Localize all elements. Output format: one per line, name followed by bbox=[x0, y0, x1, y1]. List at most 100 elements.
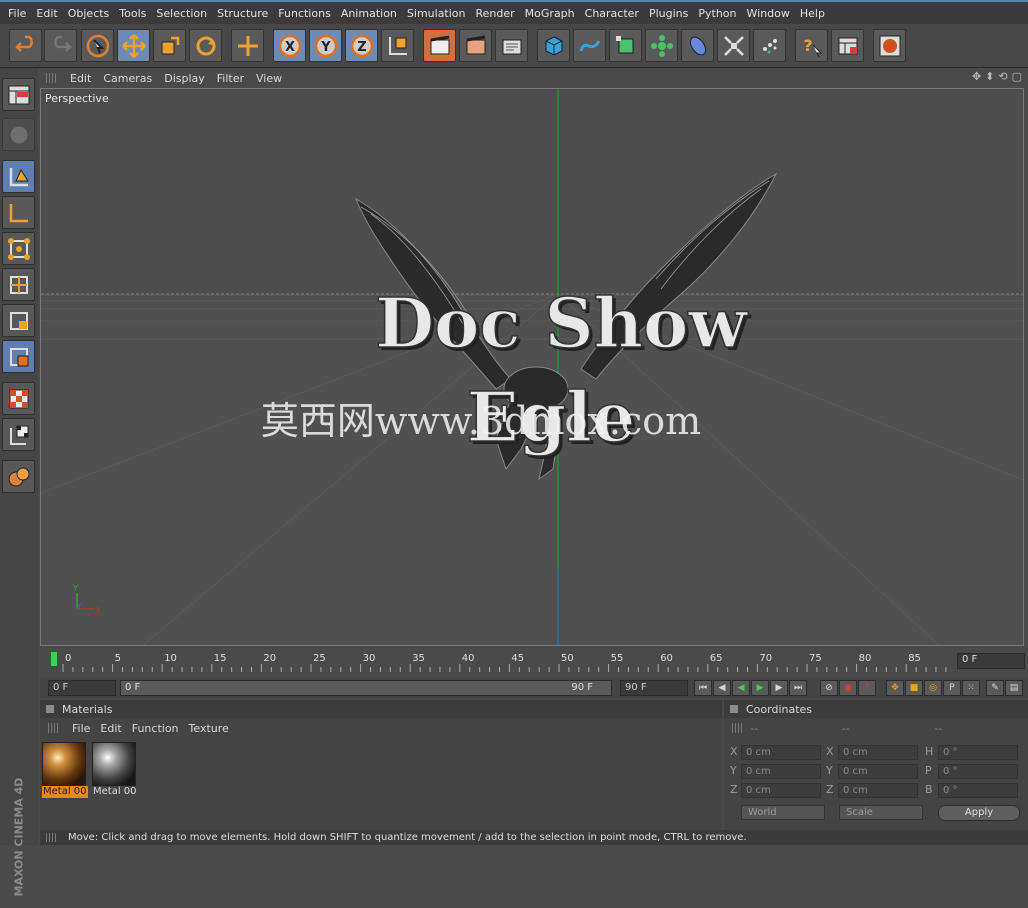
materials-menu-function[interactable]: Function bbox=[128, 722, 185, 735]
goto-start-icon[interactable]: ⏮ bbox=[694, 680, 712, 696]
model-mode-icon[interactable] bbox=[2, 118, 35, 151]
texture-axis-mode-icon[interactable] bbox=[2, 196, 35, 229]
drag-handle[interactable] bbox=[46, 833, 58, 842]
z-axis-lock-icon[interactable]: Z bbox=[345, 29, 378, 62]
checker-icon[interactable] bbox=[2, 382, 35, 415]
menu-plugins[interactable]: Plugins bbox=[644, 7, 693, 20]
menu-mograph[interactable]: MoGraph bbox=[520, 7, 580, 20]
key-rotation-icon[interactable]: ◎ bbox=[924, 680, 942, 696]
next-key-icon[interactable]: ▶ bbox=[770, 680, 788, 696]
y-axis-lock-icon[interactable]: Y bbox=[309, 29, 342, 62]
add-object-icon[interactable] bbox=[231, 29, 264, 62]
nurbs-icon[interactable] bbox=[609, 29, 642, 62]
menu-objects[interactable]: Objects bbox=[63, 7, 115, 20]
environment-icon[interactable] bbox=[753, 29, 786, 62]
end-frame-field[interactable]: 90 F bbox=[620, 680, 688, 696]
web-icon[interactable] bbox=[873, 29, 906, 62]
viewport-menu-edit[interactable]: Edit bbox=[66, 72, 99, 85]
menu-structure[interactable]: Structure bbox=[212, 7, 273, 20]
viewport-menu-display[interactable]: Display bbox=[160, 72, 213, 85]
key-scale-icon[interactable]: ■ bbox=[905, 680, 923, 696]
apply-button[interactable]: Apply bbox=[938, 805, 1020, 821]
cube-primitive-icon[interactable] bbox=[537, 29, 570, 62]
prev-key-icon[interactable]: ◀ bbox=[713, 680, 731, 696]
position-x-field[interactable]: 0 cm bbox=[741, 745, 821, 760]
move-icon[interactable] bbox=[117, 29, 150, 62]
menu-edit[interactable]: Edit bbox=[31, 7, 62, 20]
interpolation-icon[interactable]: ✎ bbox=[986, 680, 1004, 696]
viewport-menu-filter[interactable]: Filter bbox=[213, 72, 252, 85]
goto-end-icon[interactable]: ⏭ bbox=[789, 680, 807, 696]
keyframe-icon[interactable]: ⊘ bbox=[820, 680, 838, 696]
help-context-icon[interactable]: ? bbox=[795, 29, 828, 62]
perspective-viewport[interactable]: Doc Show Doc Show Egle Egle 莫西网www.3dmox… bbox=[40, 88, 1024, 646]
scale-icon[interactable] bbox=[153, 29, 186, 62]
zoom-icon[interactable]: ⬍ bbox=[985, 70, 994, 83]
pan-icon[interactable]: ✥ bbox=[972, 70, 981, 83]
coordinate-mode-dropdown[interactable]: World bbox=[741, 805, 825, 820]
size-y-field[interactable]: 0 cm bbox=[838, 764, 918, 779]
timeline[interactable]: 051015202530354045505560657075808590 0 F bbox=[40, 648, 1028, 678]
size-x-field[interactable]: 0 cm bbox=[838, 745, 918, 760]
record-icon[interactable]: ● bbox=[839, 680, 857, 696]
panel-toggle-icon[interactable] bbox=[46, 705, 54, 713]
play-icon[interactable]: ▶ bbox=[751, 680, 769, 696]
current-frame-field[interactable]: 0 F bbox=[957, 653, 1025, 669]
autokey-icon[interactable]: ? bbox=[858, 680, 876, 696]
object-mode-icon[interactable] bbox=[2, 160, 35, 193]
workplane-icon[interactable] bbox=[2, 418, 35, 451]
menu-help[interactable]: Help bbox=[795, 7, 830, 20]
redo-icon[interactable] bbox=[44, 29, 77, 62]
menu-window[interactable]: Window bbox=[742, 7, 795, 20]
timeline-ruler[interactable]: 051015202530354045505560657075808590 bbox=[50, 648, 950, 678]
rotate-icon[interactable] bbox=[189, 29, 222, 62]
materials-menu-edit[interactable]: Edit bbox=[96, 722, 127, 735]
position-z-field[interactable]: 0 cm bbox=[741, 783, 821, 798]
menu-animation[interactable]: Animation bbox=[336, 7, 402, 20]
rotation-p-field[interactable]: 0 ° bbox=[938, 764, 1018, 779]
edit-render-settings-icon[interactable] bbox=[495, 29, 528, 62]
menu-tools[interactable]: Tools bbox=[114, 7, 151, 20]
render-view-icon[interactable] bbox=[423, 29, 456, 62]
menu-selection[interactable]: Selection bbox=[151, 7, 212, 20]
orbit-icon[interactable]: ⟲ bbox=[998, 70, 1007, 83]
coordinate-system-icon[interactable] bbox=[381, 29, 414, 62]
range-slider[interactable]: 0 F 90 F bbox=[120, 680, 612, 696]
uv-mode-icon[interactable] bbox=[2, 340, 35, 373]
drag-handle[interactable] bbox=[732, 723, 744, 733]
material-swatch[interactable]: Metal 00 bbox=[92, 742, 138, 798]
position-y-field[interactable]: 0 cm bbox=[741, 764, 821, 779]
scene-icon[interactable] bbox=[717, 29, 750, 62]
menu-python[interactable]: Python bbox=[693, 7, 741, 20]
materials-menu-file[interactable]: File bbox=[68, 722, 96, 735]
panel-toggle-icon[interactable] bbox=[730, 705, 738, 713]
live-selection-icon[interactable] bbox=[81, 29, 114, 62]
menu-functions[interactable]: Functions bbox=[273, 7, 336, 20]
materials-menu-texture[interactable]: Texture bbox=[185, 722, 235, 735]
polygons-mode-icon[interactable] bbox=[2, 304, 35, 337]
points-mode-icon[interactable] bbox=[2, 232, 35, 265]
edges-mode-icon[interactable] bbox=[2, 268, 35, 301]
start-frame-field[interactable]: 0 F bbox=[48, 680, 116, 696]
key-position-icon[interactable]: ✥ bbox=[886, 680, 904, 696]
menu-simulation[interactable]: Simulation bbox=[402, 7, 471, 20]
menu-character[interactable]: Character bbox=[580, 7, 644, 20]
maximize-icon[interactable]: ▢ bbox=[1012, 70, 1022, 83]
drag-handle[interactable] bbox=[46, 73, 58, 83]
playhead-marker[interactable] bbox=[50, 651, 58, 667]
spline-icon[interactable] bbox=[573, 29, 606, 62]
material-swatch[interactable]: Metal 00 bbox=[42, 742, 88, 798]
drag-handle[interactable] bbox=[48, 723, 60, 733]
array-icon[interactable] bbox=[645, 29, 678, 62]
key-pla-icon[interactable]: ⁙ bbox=[962, 680, 980, 696]
scheme-icon[interactable]: ▤ bbox=[1005, 680, 1023, 696]
x-axis-lock-icon[interactable]: X bbox=[273, 29, 306, 62]
viewport-menu-cameras[interactable]: Cameras bbox=[99, 72, 160, 85]
render-picture-viewer-icon[interactable] bbox=[459, 29, 492, 62]
layout-icon[interactable] bbox=[2, 78, 35, 111]
menu-file[interactable]: File bbox=[3, 7, 31, 20]
sculpt-icon[interactable] bbox=[2, 460, 35, 493]
rotation-b-field[interactable]: 0 ° bbox=[938, 783, 1018, 798]
viewport-menu-view[interactable]: View bbox=[252, 72, 290, 85]
size-z-field[interactable]: 0 cm bbox=[838, 783, 918, 798]
